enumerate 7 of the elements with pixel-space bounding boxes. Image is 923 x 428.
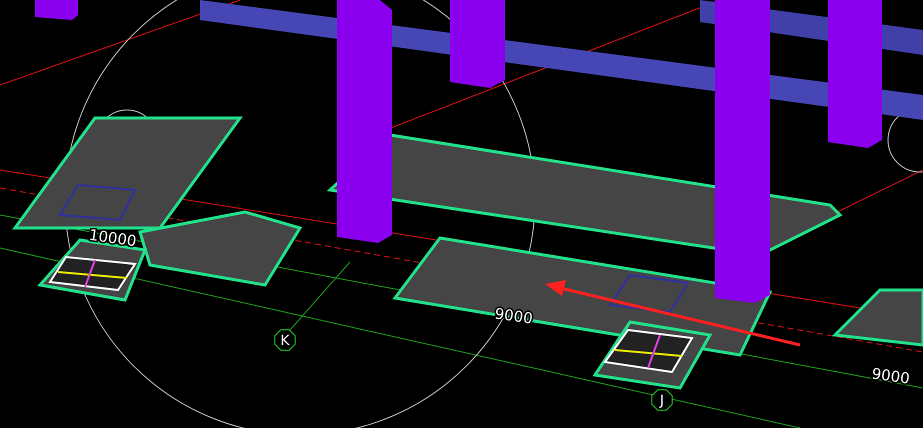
dimension-label: 10000 [88, 226, 138, 250]
grid-label: K [280, 333, 290, 349]
dimension-label: 9000 [494, 304, 534, 328]
grid-marker [274, 329, 296, 351]
grid-label: J [660, 393, 664, 409]
dimension-label: 9000 [870, 364, 911, 388]
grid-marker [651, 389, 673, 411]
